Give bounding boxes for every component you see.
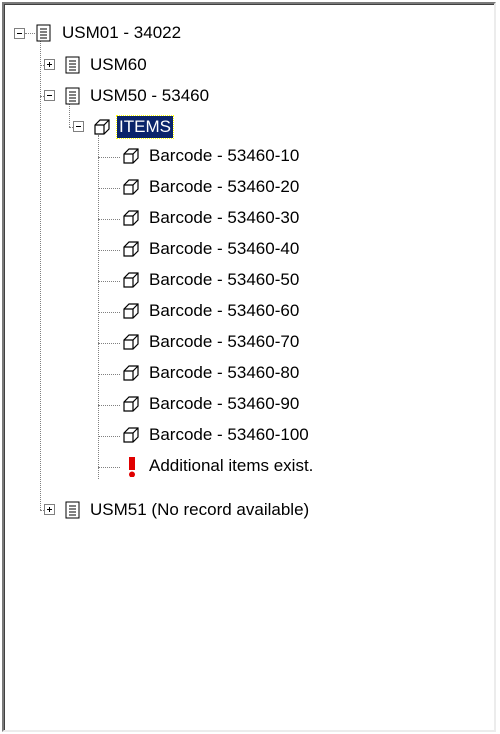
tree-line-item <box>98 405 120 406</box>
tree-line-item <box>98 374 120 375</box>
cube-icon <box>122 209 140 227</box>
cube-icon <box>93 118 111 136</box>
tree-line-item <box>98 219 120 220</box>
tree-node-barcode-label[interactable]: Barcode - 53460-10 <box>147 145 301 167</box>
cube-icon <box>122 426 140 444</box>
record-icon <box>64 501 82 519</box>
cube-icon <box>122 302 140 320</box>
tree-node-usm51-label[interactable]: USM51 (No record available) <box>88 499 311 521</box>
tree-node-barcode-label[interactable]: Barcode - 53460-70 <box>147 331 301 353</box>
tree-line-items-children <box>98 135 99 479</box>
tree-line-item <box>98 188 120 189</box>
tree-node-barcode-label[interactable]: Barcode - 53460-40 <box>147 238 301 260</box>
tree-line-notice <box>98 467 120 468</box>
collapse-toggle-usm50[interactable] <box>44 90 55 101</box>
cube-icon <box>122 240 140 258</box>
tree-line-item <box>98 250 120 251</box>
tree-line-item <box>98 281 120 282</box>
tree-node-root-label[interactable]: USM01 - 34022 <box>60 22 183 44</box>
tree-view-panel[interactable]: USM01 - 34022 USM60 USM50 - 53460 ITEMS … <box>2 2 496 732</box>
cube-icon <box>122 364 140 382</box>
expand-toggle-usm60[interactable] <box>44 59 55 70</box>
tree-node-notice-label[interactable]: Additional items exist. <box>147 455 315 477</box>
collapse-toggle-items[interactable] <box>73 121 84 132</box>
record-icon <box>64 87 82 105</box>
tree-node-barcode-label[interactable]: Barcode - 53460-90 <box>147 393 301 415</box>
tree-node-barcode-label[interactable]: Barcode - 53460-30 <box>147 207 301 229</box>
cube-icon <box>122 271 140 289</box>
cube-icon <box>122 333 140 351</box>
collapse-toggle-root[interactable] <box>14 28 25 39</box>
tree-node-barcode-label[interactable]: Barcode - 53460-50 <box>147 269 301 291</box>
record-icon <box>64 56 82 74</box>
record-icon <box>35 24 53 42</box>
expand-toggle-usm51[interactable] <box>44 504 55 515</box>
tree-node-barcode-label[interactable]: Barcode - 53460-60 <box>147 300 301 322</box>
cube-icon <box>122 178 140 196</box>
tree-node-usm60-label[interactable]: USM60 <box>88 54 149 76</box>
tree-node-barcode-label[interactable]: Barcode - 53460-100 <box>147 424 311 446</box>
tree-node-usm50-label[interactable]: USM50 - 53460 <box>88 85 211 107</box>
cube-icon <box>122 147 140 165</box>
tree-node-barcode-label[interactable]: Barcode - 53460-20 <box>147 176 301 198</box>
tree-line-item <box>98 312 120 313</box>
cube-icon <box>122 395 140 413</box>
exclamation-icon <box>127 457 145 478</box>
tree-line-usm50-children <box>69 103 70 127</box>
tree-node-barcode-label[interactable]: Barcode - 53460-80 <box>147 362 301 384</box>
tree-node-items-label[interactable]: ITEMS <box>116 115 174 139</box>
tree-line-root <box>40 40 41 510</box>
tree-line-item <box>98 157 120 158</box>
tree-line-item <box>98 343 120 344</box>
tree-line-item <box>98 436 120 437</box>
tree-line-root-stub <box>25 33 35 34</box>
